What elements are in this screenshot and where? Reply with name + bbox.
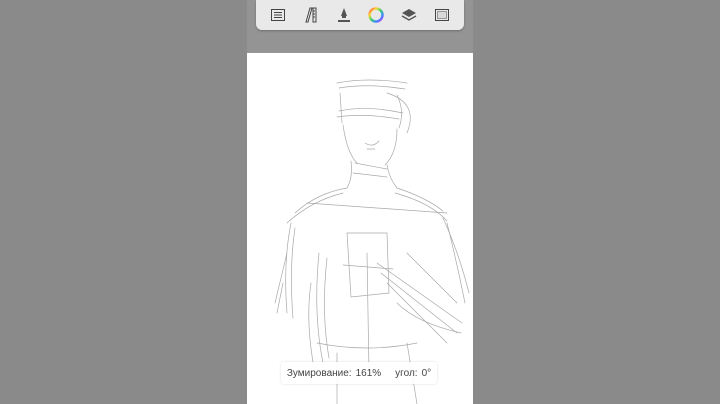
brush-icon[interactable] xyxy=(333,4,355,26)
toolbar xyxy=(256,0,464,30)
list-icon[interactable] xyxy=(267,4,289,26)
zoom-angle-readout: Зумирование: 161% угол: 0° xyxy=(281,362,437,384)
zoom-value: 161% xyxy=(355,367,382,379)
zoom-label: Зумирование: xyxy=(286,367,352,379)
layers-icon[interactable] xyxy=(398,4,420,26)
ruler-pencil-icon[interactable] xyxy=(300,4,322,26)
drawing-canvas[interactable] xyxy=(247,53,473,404)
angle-label: угол: xyxy=(395,367,418,379)
angle-value: 0° xyxy=(421,367,432,379)
color-wheel-icon[interactable] xyxy=(365,4,387,26)
canvas-frame-icon[interactable] xyxy=(431,4,453,26)
sketch-figure xyxy=(274,79,470,404)
